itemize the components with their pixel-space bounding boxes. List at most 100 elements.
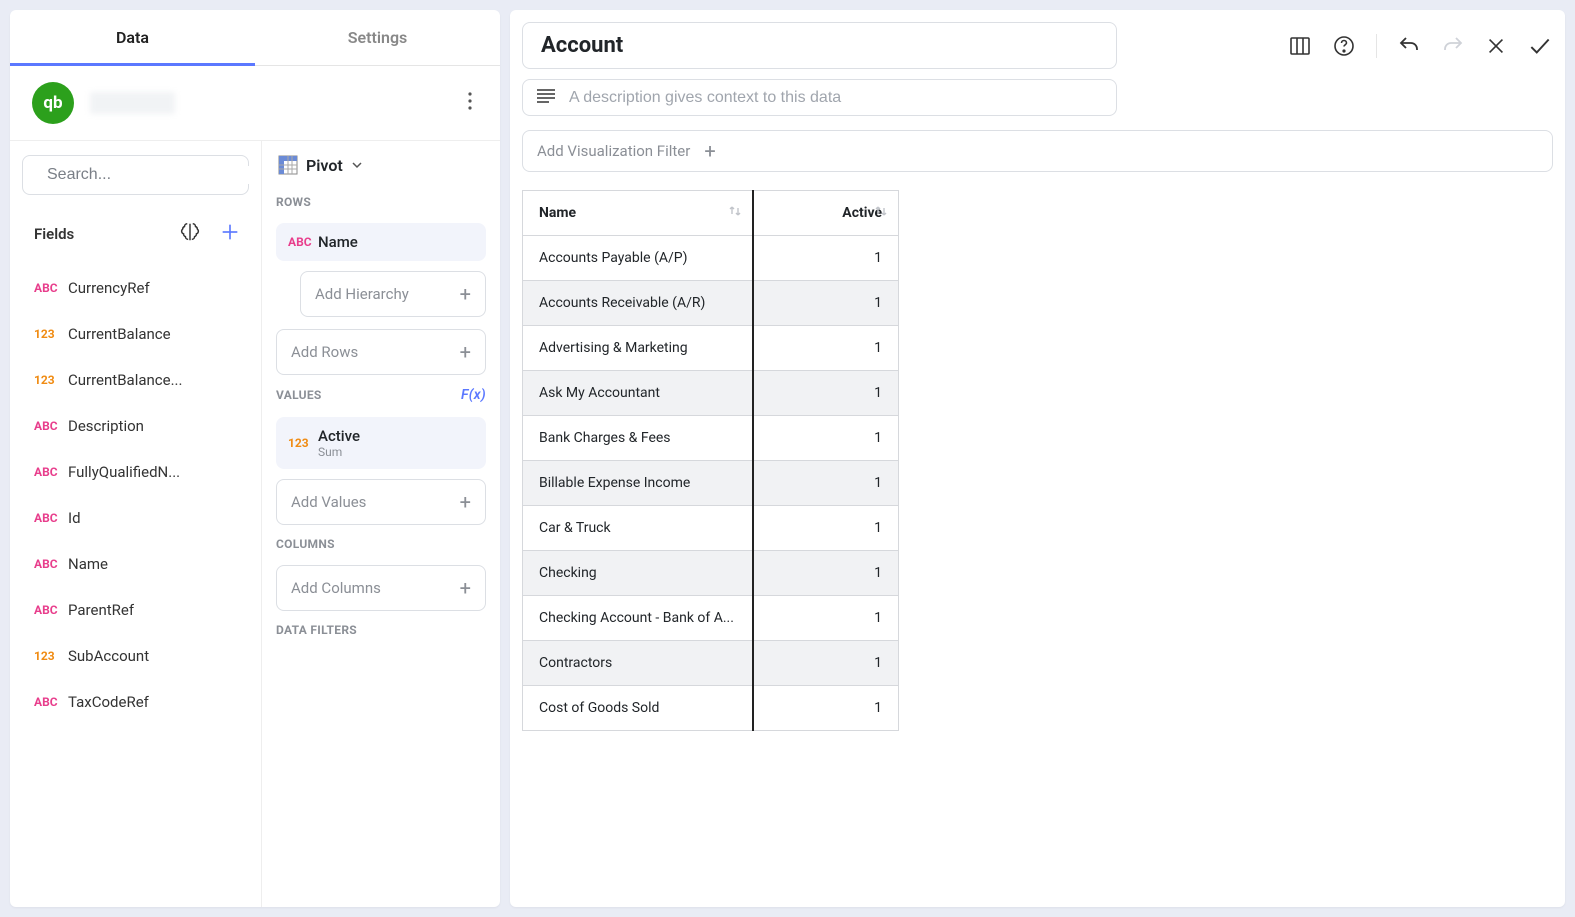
plus-icon: + xyxy=(704,141,715,161)
close-button[interactable] xyxy=(1485,35,1507,57)
add-columns-label: Add Columns xyxy=(291,579,381,597)
value-pill-active[interactable]: 123 Active Sum xyxy=(276,417,486,469)
help-button[interactable] xyxy=(1332,34,1356,58)
cell-active: 1 xyxy=(753,281,899,326)
type-badge-123: 123 xyxy=(288,436,318,450)
field-item[interactable]: 123 SubAccount xyxy=(22,633,249,679)
visualization-title[interactable]: Account xyxy=(522,22,1117,69)
cell-active: 1 xyxy=(753,641,899,686)
table-row[interactable]: Cost of Goods Sold1 xyxy=(523,686,899,731)
connector-name xyxy=(90,92,175,114)
value-pill-aggregation: Sum xyxy=(318,445,360,459)
type-badge: ABC xyxy=(34,603,64,617)
field-name: Description xyxy=(68,417,144,435)
viz-type-label: Pivot xyxy=(306,156,343,175)
top-row: Account xyxy=(522,22,1553,69)
field-list: ABCCurrencyRef123CurrentBalance123Curren… xyxy=(22,265,249,907)
type-badge: 123 xyxy=(34,649,64,663)
field-name: CurrencyRef xyxy=(68,279,150,297)
section-filters-label: DATA FILTERS xyxy=(276,623,486,637)
field-item[interactable]: ABC Description xyxy=(22,403,249,449)
cell-name: Bank Charges & Fees xyxy=(523,416,753,461)
viz-type-selector[interactable]: Pivot xyxy=(276,155,486,175)
type-badge: ABC xyxy=(34,419,64,433)
type-badge: 123 xyxy=(34,327,64,341)
field-item[interactable]: ABCParentRef xyxy=(22,587,249,633)
fields-column: Fields ABCCurrencyRef123CurrentBalance12… xyxy=(10,141,262,907)
add-hierarchy-label: Add Hierarchy xyxy=(315,285,409,303)
section-rows-label: ROWS xyxy=(276,195,486,209)
sort-icon[interactable] xyxy=(874,204,888,222)
connector-menu-button[interactable] xyxy=(462,86,478,120)
cell-active: 1 xyxy=(753,506,899,551)
tab-data[interactable]: Data xyxy=(10,10,255,65)
search-input[interactable] xyxy=(47,166,254,184)
ai-fields-button[interactable] xyxy=(175,217,205,251)
add-rows-dropzone[interactable]: Add Rows + xyxy=(276,329,486,375)
description-input[interactable] xyxy=(569,89,1102,107)
field-item[interactable]: 123CurrentBalance xyxy=(22,311,249,357)
add-field-button[interactable] xyxy=(215,217,245,251)
columns-icon xyxy=(1288,34,1312,58)
toolbar-divider xyxy=(1376,34,1377,58)
table-row[interactable]: Accounts Payable (A/P)1 xyxy=(523,236,899,281)
field-name: TaxCodeRef xyxy=(68,693,149,711)
table-row[interactable]: Advertising & Marketing1 xyxy=(523,326,899,371)
description-icon xyxy=(537,88,555,107)
undo-icon xyxy=(1397,34,1421,58)
type-badge: ABC xyxy=(34,281,64,295)
section-columns-label: COLUMNS xyxy=(276,537,486,551)
add-columns-dropzone[interactable]: Add Columns + xyxy=(276,565,486,611)
cell-name: Ask My Accountant xyxy=(523,371,753,416)
value-pill-label: Active xyxy=(318,427,360,445)
fx-button[interactable]: F(x) xyxy=(461,387,486,403)
field-item[interactable]: ABC CurrencyRef xyxy=(22,265,249,311)
columns-button[interactable] xyxy=(1288,34,1312,58)
search-box[interactable] xyxy=(22,155,249,195)
field-item[interactable]: 123CurrentBalance... xyxy=(22,357,249,403)
table-row[interactable]: Contractors1 xyxy=(523,641,899,686)
description-box[interactable] xyxy=(522,79,1117,116)
tab-settings[interactable]: Settings xyxy=(255,10,500,65)
tabs: Data Settings xyxy=(10,10,500,66)
row-pill-name[interactable]: ABC Name xyxy=(276,223,486,261)
add-values-label: Add Values xyxy=(291,493,366,511)
undo-button[interactable] xyxy=(1397,34,1421,58)
cell-active: 1 xyxy=(753,596,899,641)
close-icon xyxy=(1485,35,1507,57)
table-row[interactable]: Checking1 xyxy=(523,551,899,596)
cell-active: 1 xyxy=(753,236,899,281)
cell-name: Accounts Payable (A/P) xyxy=(523,236,753,281)
table-row[interactable]: Checking Account - Bank of A...1 xyxy=(523,596,899,641)
cell-name: Contractors xyxy=(523,641,753,686)
table-row[interactable]: Billable Expense Income1 xyxy=(523,461,899,506)
field-name: CurrentBalance... xyxy=(68,371,182,389)
column-header-name[interactable]: Name xyxy=(523,191,753,236)
sort-icon[interactable] xyxy=(728,204,742,222)
plus-icon xyxy=(219,221,241,243)
table-row[interactable]: Accounts Receivable (A/R)1 xyxy=(523,281,899,326)
redo-button[interactable] xyxy=(1441,34,1465,58)
cell-name: Checking xyxy=(523,551,753,596)
add-hierarchy-dropzone[interactable]: Add Hierarchy + xyxy=(300,271,486,317)
right-panel: Account xyxy=(510,10,1565,907)
add-values-dropzone[interactable]: Add Values + xyxy=(276,479,486,525)
field-item[interactable]: ABCTaxCodeRef xyxy=(22,679,249,725)
cell-active: 1 xyxy=(753,416,899,461)
field-item[interactable]: ABCFullyQualifiedN... xyxy=(22,449,249,495)
row-pill-label: Name xyxy=(318,233,358,251)
field-item[interactable]: ABCId xyxy=(22,495,249,541)
help-icon xyxy=(1332,34,1356,58)
type-badge: ABC xyxy=(34,465,64,479)
table-row[interactable]: Car & Truck1 xyxy=(523,506,899,551)
cell-active: 1 xyxy=(753,461,899,506)
table-row[interactable]: Ask My Accountant1 xyxy=(523,371,899,416)
confirm-button[interactable] xyxy=(1527,33,1553,59)
plus-icon: + xyxy=(460,492,471,512)
field-item[interactable]: ABCName xyxy=(22,541,249,587)
field-name: SubAccount xyxy=(68,647,149,665)
table-row[interactable]: Bank Charges & Fees1 xyxy=(523,416,899,461)
fields-title: Fields xyxy=(34,225,74,243)
column-header-active[interactable]: Active xyxy=(753,191,899,236)
add-viz-filter-button[interactable]: Add Visualization Filter + xyxy=(522,130,1553,172)
